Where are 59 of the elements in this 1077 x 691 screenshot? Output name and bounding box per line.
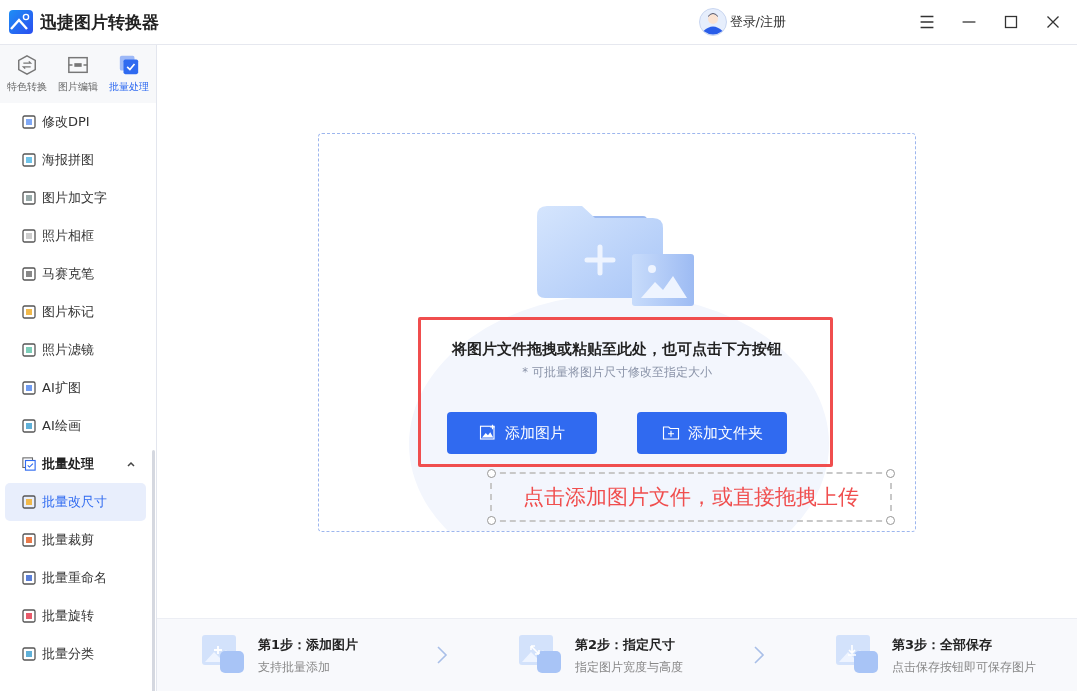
add-image-icon <box>479 424 497 442</box>
add-folder-icon <box>661 424 680 442</box>
step-image-icon <box>519 635 563 675</box>
drop-hint: * 可批量将图片尺寸修改至指定大小 <box>522 365 712 380</box>
checkbox-icon <box>22 457 36 471</box>
caret-icon <box>126 459 136 469</box>
add-button[interactable]: 添加文件夹 <box>637 412 787 454</box>
tool-icon <box>22 533 36 547</box>
add-button[interactable]: 添加图片 <box>447 412 597 454</box>
login-link[interactable]: 登录/注册 <box>729 13 786 31</box>
sidebar-item[interactable]: 图片加文字 <box>5 179 146 217</box>
tool-icon <box>22 153 36 167</box>
tool-icon <box>22 267 36 281</box>
sidebar-item[interactable]: 图片标记 <box>5 293 146 331</box>
app-title: 迅捷图片转换器 <box>40 10 159 34</box>
sidebar-item[interactable]: AI扩图 <box>5 369 146 407</box>
sidebar-item[interactable]: AI绘画 <box>5 407 146 445</box>
chevron-right-icon <box>752 644 766 666</box>
checkbox-stack-icon <box>117 54 140 76</box>
drop-instruction: 将图片文件拖拽或粘贴至此处，也可点击下方按钮 <box>452 340 782 359</box>
step-description: 指定图片宽度与高度 <box>575 659 683 675</box>
sidebar-item[interactable]: 批量改尺寸 <box>5 483 146 521</box>
tool-icon <box>22 229 36 243</box>
sidebar-item[interactable]: 批量旋转 <box>5 597 146 635</box>
tool-icon <box>22 647 36 661</box>
sidebar-tab[interactable]: 图片编辑 <box>56 45 100 103</box>
sidebar-item[interactable]: 照片滤镜 <box>5 331 146 369</box>
tool-icon <box>22 115 36 129</box>
sidebar-item[interactable]: 照片相框 <box>5 217 146 255</box>
tool-icon <box>22 381 36 395</box>
tool-icon <box>22 343 36 357</box>
step-title: 第3步：全部保存 <box>892 635 994 654</box>
step-image-icon <box>202 635 246 675</box>
step-title: 第1步：添加图片 <box>258 635 359 654</box>
sidebar-tab[interactable]: 批量处理 <box>106 45 151 103</box>
tool-icon <box>22 419 36 433</box>
app-logo-icon <box>9 10 33 34</box>
step-title: 第2步：指定尺寸 <box>575 635 677 654</box>
tool-icon <box>22 495 36 509</box>
step-description: 支持批量添加 <box>258 659 331 675</box>
step-image-icon <box>836 635 880 675</box>
tool-icon <box>22 571 36 585</box>
swap-icon <box>16 54 39 76</box>
chevron-right-icon <box>435 644 449 666</box>
frame-icon <box>67 54 89 76</box>
step-description: 点击保存按钮即可保存图片 <box>892 659 1036 675</box>
sidebar-item[interactable]: 修改DPI <box>5 103 146 141</box>
avatar-icon[interactable] <box>698 8 727 36</box>
sidebar-item[interactable]: 批量重命名 <box>5 559 146 597</box>
tool-icon <box>22 609 36 623</box>
sidebar-item[interactable]: 批量裁剪 <box>5 521 146 559</box>
sidebar-tab[interactable]: 特色转换 <box>5 45 50 103</box>
sidebar-item[interactable]: 马赛克笔 <box>5 255 146 293</box>
folder-picture-icon <box>537 206 697 306</box>
sidebar-item[interactable]: 海报拼图 <box>5 141 146 179</box>
tool-icon <box>22 191 36 205</box>
sidebar-item[interactable]: 批量分类 <box>5 635 146 673</box>
tool-icon <box>22 305 36 319</box>
sidebar-group-header[interactable]: 批量处理 <box>5 445 146 483</box>
